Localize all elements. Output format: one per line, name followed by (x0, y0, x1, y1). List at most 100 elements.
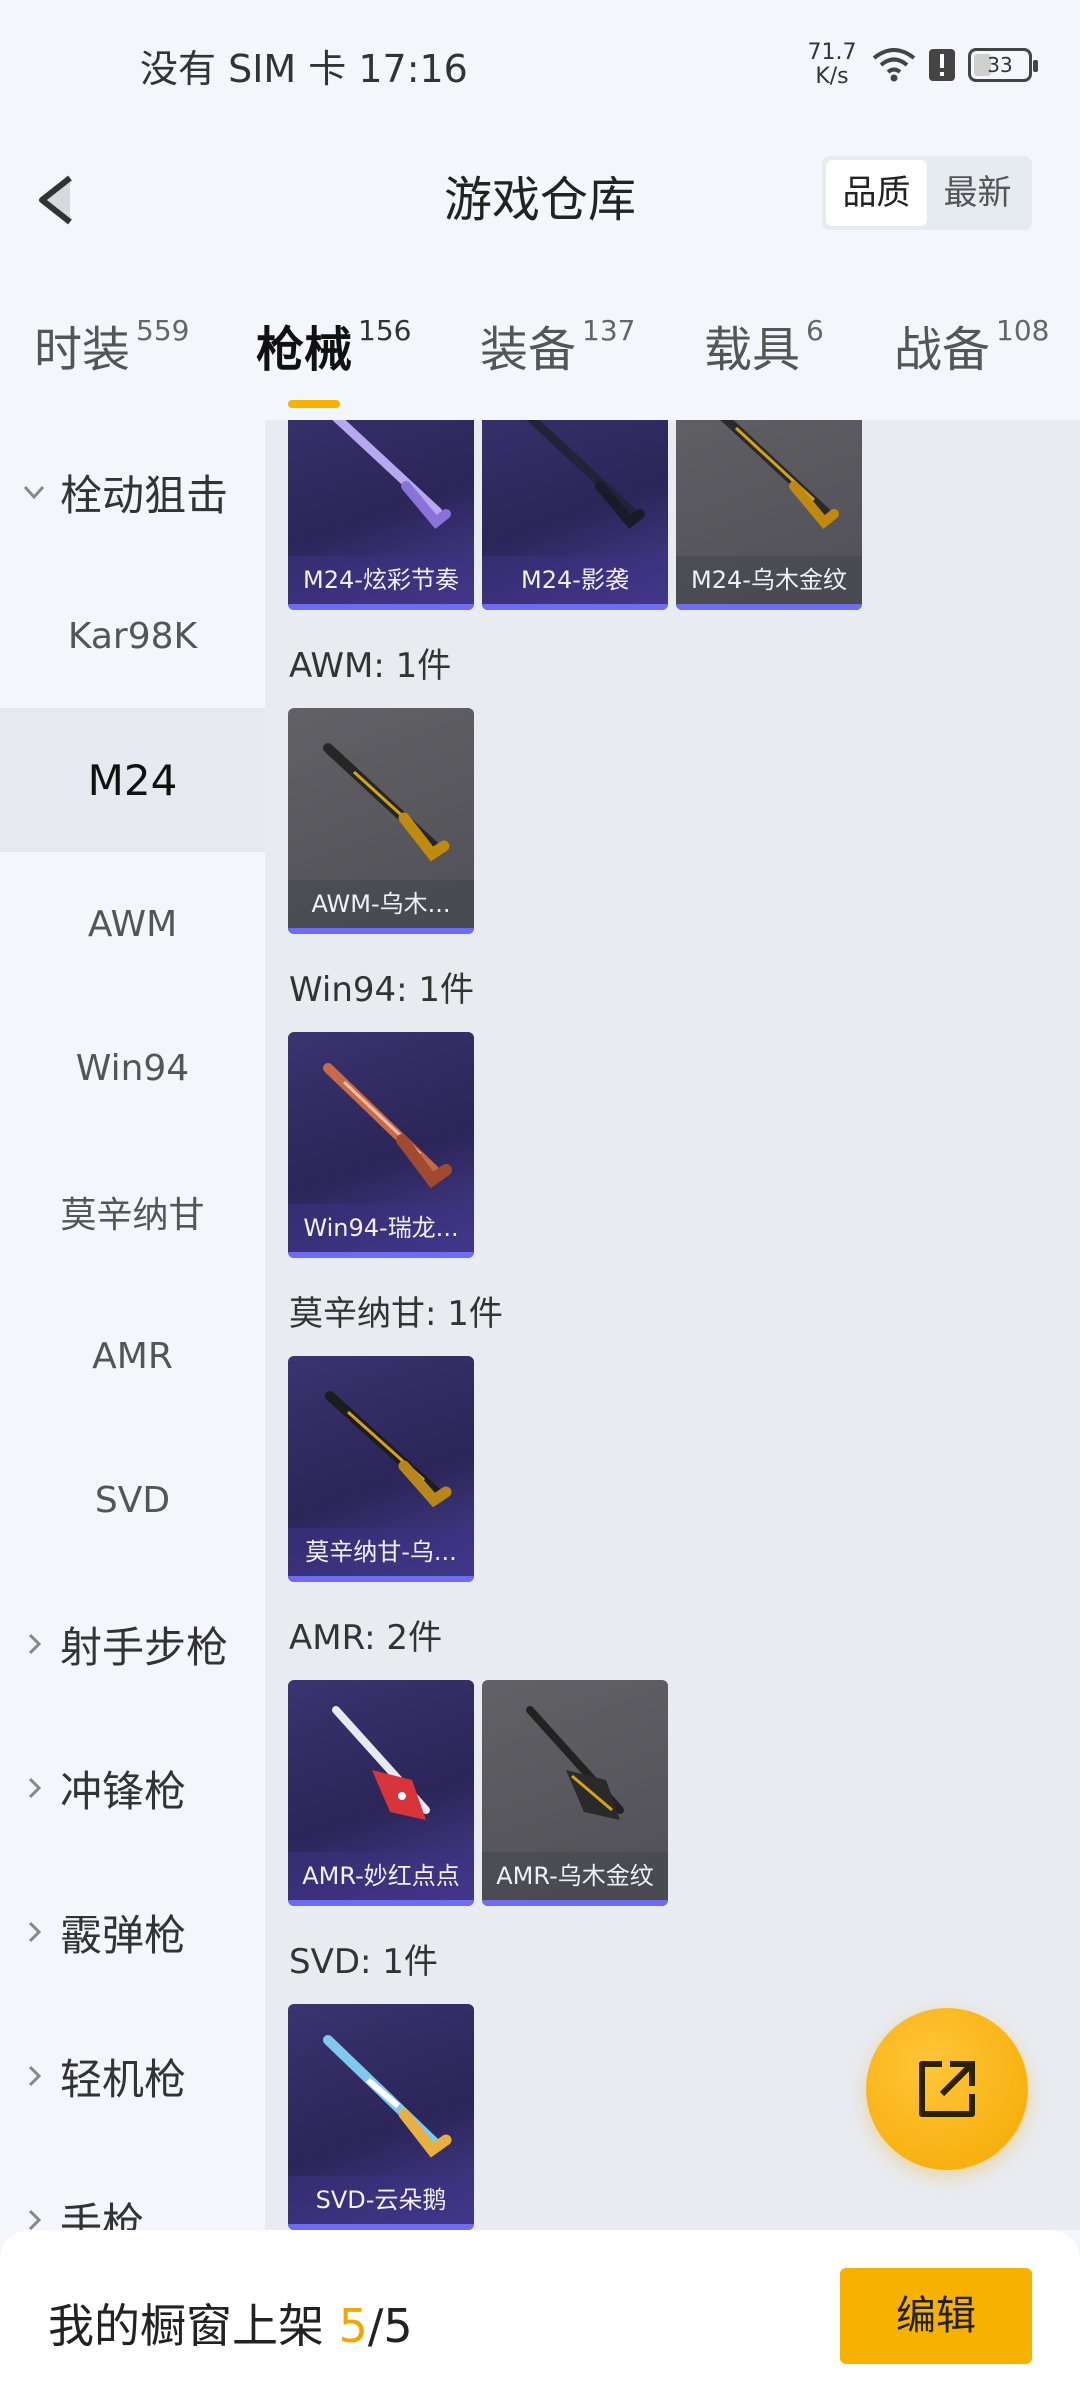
skin-card[interactable]: M24-乌木金纹 (676, 420, 862, 610)
rarity-bar (482, 1900, 668, 1906)
category-tabs: 时装 559 枪械 156 装备 137 载具 6 战备 108 (0, 290, 1080, 420)
sidebar-item-label: Win94 (75, 1047, 190, 1089)
bottom-bar: 我的橱窗上架 5/5 编辑 (0, 2230, 1080, 2400)
sidebar-item-label: SVD (94, 1479, 171, 1521)
sidebar-item-label: 栓动狙击 (60, 470, 229, 520)
skin-card[interactable]: M24-炫彩节奏 (288, 420, 474, 610)
sidebar-group-lmg[interactable]: 轻机枪 (0, 2004, 265, 2148)
group-label-mosin: 莫辛纳甘: 1件 (289, 1294, 503, 1334)
skin-card[interactable]: SVD-云朵鹅 (288, 2004, 474, 2230)
sidebar-item-svd[interactable]: SVD (0, 1428, 265, 1572)
skin-name: AMR-乌木金纹 (482, 1852, 668, 1900)
share-fab[interactable] (866, 2008, 1028, 2170)
sidebar-group-marksman[interactable]: 射手步枪 (0, 1572, 265, 1716)
chevron-right-icon (28, 1633, 42, 1655)
rifle-icon (332, 420, 451, 529)
tab-equipment[interactable]: 装备 137 (480, 310, 635, 380)
tab-label: 时装 (34, 322, 131, 378)
rifle-icon (526, 420, 645, 529)
wifi-icon (872, 48, 916, 82)
sidebar-group-pistol[interactable]: 手枪 (0, 2148, 265, 2230)
rarity-bar (482, 604, 668, 610)
showcase-current-count: 5 (338, 2299, 368, 2353)
rifle-icon (325, 1391, 452, 1508)
tab-fashion[interactable]: 时装 559 (34, 310, 189, 380)
skin-name: AWM-乌木... (288, 880, 474, 928)
edit-button[interactable]: 编辑 (840, 2268, 1032, 2364)
chevron-right-icon (28, 2065, 42, 2087)
tab-label: 载具 (704, 322, 801, 378)
alert-icon (929, 49, 955, 81)
skin-card[interactable]: Win94-瑞龙... (288, 1032, 474, 1258)
tab-count: 559 (136, 314, 190, 347)
chevron-right-icon (28, 1777, 42, 1799)
status-icons: 71.7 K/s 33 (804, 36, 1038, 94)
skin-card[interactable]: AMR-妙红点点 (288, 1680, 474, 1906)
tab-vehicles[interactable]: 载具 6 (704, 310, 824, 380)
skin-name: SVD-云朵鹅 (288, 2176, 474, 2224)
skin-card[interactable]: 莫辛纳甘-乌... (288, 1356, 474, 1582)
sidebar-group-smg[interactable]: 冲锋枪 (0, 1716, 265, 1860)
sort-option-quality[interactable]: 品质 (826, 160, 927, 226)
tab-count: 137 (582, 314, 636, 347)
rifle-icon (526, 1706, 624, 1820)
sidebar-item-label: 冲锋枪 (60, 1766, 187, 1816)
group-label-awm: AWM: 1件 (289, 646, 452, 686)
rifle-icon (323, 2035, 452, 2158)
sidebar-item-label: 手枪 (60, 2198, 145, 2231)
sidebar-item-kar98k[interactable]: Kar98K (0, 564, 265, 708)
sidebar-item-awm[interactable]: AWM (0, 852, 265, 996)
skin-name: M24-乌木金纹 (676, 556, 862, 604)
rarity-bar (288, 928, 474, 934)
skin-card[interactable]: M24-影袭 (482, 420, 668, 610)
skin-card[interactable]: AWM-乌木... (288, 708, 474, 934)
skin-name: 莫辛纳甘-乌... (288, 1528, 474, 1576)
rifle-icon (332, 1706, 430, 1820)
skin-name: M24-炫彩节奏 (288, 556, 474, 604)
sidebar-item-label: 轻机枪 (60, 2054, 187, 2104)
sidebar-item-label: 莫辛纳甘 (60, 1195, 205, 1236)
sidebar-group-shotgun[interactable]: 霰弹枪 (0, 1860, 265, 2004)
weapon-skin-grid: M24-炫彩节奏 M24-影袭 M24-乌木金纹 AWM: 1件 AWM-乌木.… (265, 420, 1080, 2230)
sidebar-item-amr[interactable]: AMR (0, 1284, 265, 1428)
sidebar-item-label: 射手步枪 (60, 1622, 229, 1672)
carrier-time: 没有 SIM 卡 17:16 (140, 47, 468, 91)
showcase-separator: / (367, 2299, 384, 2353)
sidebar-item-label: AMR (92, 1335, 173, 1377)
skin-card[interactable]: AMR-乌木金纹 (482, 1680, 668, 1906)
tab-count: 156 (358, 314, 412, 347)
skin-name: AMR-妙红点点 (288, 1852, 474, 1900)
group-label-win94: Win94: 1件 (289, 970, 475, 1010)
battery-level: 33 (987, 53, 1013, 77)
sort-option-newest[interactable]: 最新 (927, 160, 1028, 226)
sidebar-item-mosin[interactable]: 莫辛纳甘 (0, 1140, 265, 1284)
net-speed-value: 71.7 (807, 40, 857, 65)
tab-label: 枪械 (256, 322, 353, 378)
tab-supplies[interactable]: 战备 108 (894, 310, 1049, 380)
sort-toggle: 品质 最新 (822, 156, 1032, 230)
tab-count: 108 (996, 314, 1050, 347)
rifle-icon (323, 743, 450, 862)
sidebar-item-label: M24 (87, 755, 178, 805)
sidebar-item-label: AWM (87, 903, 178, 945)
tab-label: 装备 (480, 322, 577, 378)
sidebar-item-label: Kar98K (67, 615, 198, 657)
tab-guns[interactable]: 枪械 156 (256, 310, 412, 408)
showcase-status: 我的橱窗上架 5/5 (48, 2290, 413, 2356)
rarity-bar (288, 1576, 474, 1582)
chevron-down-icon (23, 485, 45, 500)
sidebar-item-m24[interactable]: M24 (0, 708, 265, 852)
sidebar-item-win94[interactable]: Win94 (0, 996, 265, 1140)
chevron-right-icon (28, 1921, 42, 1943)
sidebar-group-bolt-action[interactable]: 栓动狙击 (0, 420, 265, 564)
rarity-bar (288, 1900, 474, 1906)
showcase-label: 我的橱窗上架 (48, 2299, 339, 2353)
showcase-total-count: 5 (383, 2299, 413, 2353)
tab-label: 战备 (894, 322, 991, 378)
rifle-icon (720, 420, 839, 529)
rifle-icon (323, 1063, 452, 1189)
rarity-bar (676, 604, 862, 610)
group-label-amr: AMR: 2件 (289, 1618, 443, 1658)
chevron-right-icon (28, 2209, 42, 2230)
status-bar: 没有 SIM 卡 17:16 71.7 K/s 33 (0, 0, 1080, 130)
